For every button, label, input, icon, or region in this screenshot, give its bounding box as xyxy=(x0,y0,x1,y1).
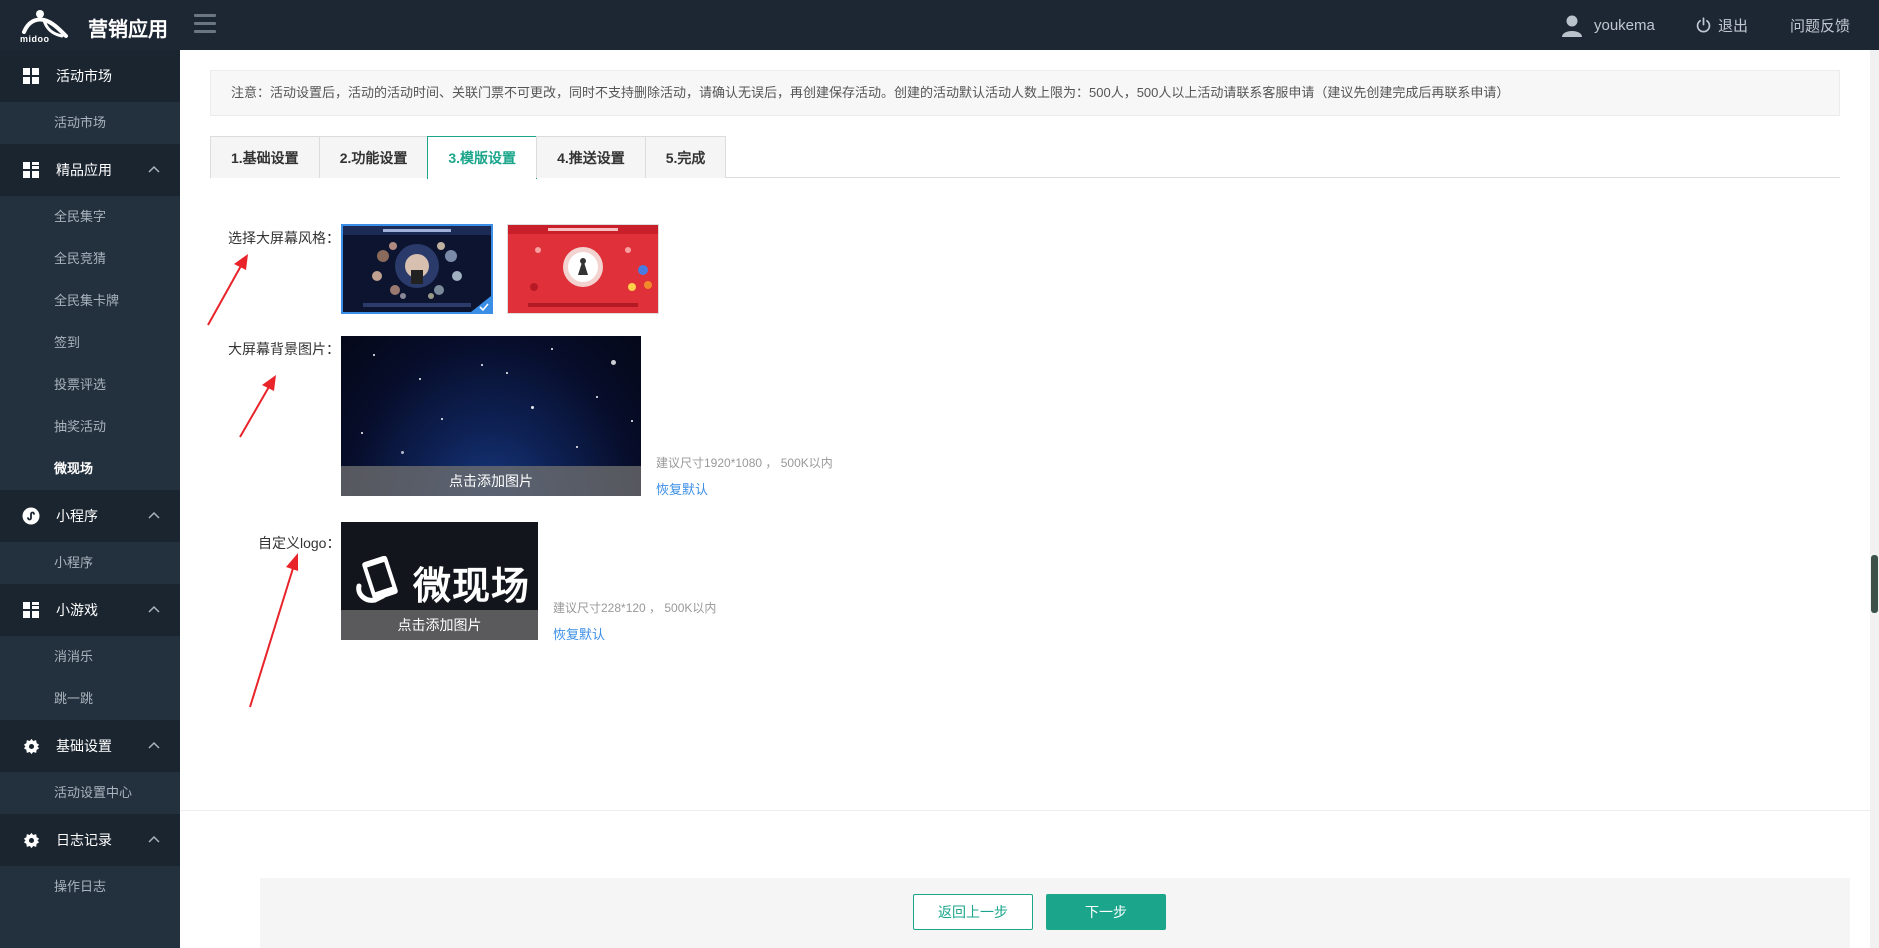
bg-image-upload[interactable]: 点击添加图片 xyxy=(341,336,641,496)
chevron-up-icon xyxy=(148,165,160,173)
sidebar-item-settings-center[interactable]: 活动设置中心 xyxy=(0,772,180,814)
logo-size-hint: 建议尺寸228*120 ， 500K以内 xyxy=(553,601,717,615)
grid-apps-icon xyxy=(22,67,40,85)
bg-restore-default-link[interactable]: 恢复默认 xyxy=(656,479,708,498)
sidebar-item-tiaoyitiao[interactable]: 跳一跳 xyxy=(0,678,180,720)
step-tabs: 1.基础设置 2.功能设置 3.模版设置 4.推送设置 5.完成 xyxy=(210,136,1840,179)
top-bar: midoo 营销应用 youkema 退出 问题反馈 xyxy=(0,0,1879,50)
chevron-up-icon xyxy=(148,741,160,749)
tab-template-settings[interactable]: 3.模版设置 xyxy=(427,136,538,179)
sidebar-item-vote[interactable]: 投票评选 xyxy=(0,364,180,406)
chevron-up-icon xyxy=(148,605,160,613)
sidebar-group-label: 日志记录 xyxy=(56,832,112,848)
miniprogram-icon xyxy=(22,507,40,525)
logo-restore-default-link[interactable]: 恢复默认 xyxy=(553,624,605,643)
logo-text: 微现场 xyxy=(413,564,531,608)
logout-label: 退出 xyxy=(1718,18,1749,35)
sidebar-group-activity-market[interactable]: 活动市场 xyxy=(0,50,180,102)
annotation-arrow-icon xyxy=(239,375,276,438)
sidebar-group-label: 小程序 xyxy=(56,508,98,524)
brand-small-text: midoo xyxy=(20,34,50,44)
logo-upload-label: 点击添加图片 xyxy=(341,610,538,640)
sidebar-group-premium-apps[interactable]: 精品应用 xyxy=(0,144,180,196)
sidebar-group-logs[interactable]: 日志记录 xyxy=(0,814,180,866)
username: youkema xyxy=(1594,16,1655,34)
sidebar-group-label: 精品应用 xyxy=(56,162,112,178)
prev-step-button[interactable]: 返回上一步 xyxy=(913,894,1033,930)
main-content: 注意：活动设置后，活动的活动时间、关联门票不可更改，同时不支持删除活动，请确认无… xyxy=(180,50,1870,948)
tab-complete[interactable]: 5.完成 xyxy=(644,136,727,178)
chevron-up-icon xyxy=(148,835,160,843)
notice-banner: 注意：活动设置后，活动的活动时间、关联门票不可更改，同时不支持删除活动，请确认无… xyxy=(210,70,1840,116)
user-menu[interactable]: youkema xyxy=(1560,13,1655,37)
sidebar-item-lottery[interactable]: 抽奖活动 xyxy=(0,406,180,448)
sidebar-item-activity-market[interactable]: 活动市场 xyxy=(0,102,180,144)
tab-function-settings[interactable]: 2.功能设置 xyxy=(318,136,429,178)
content-divider xyxy=(180,810,1870,811)
grid-apps-icon xyxy=(22,601,40,619)
style-select-label: 选择大屏幕风格： xyxy=(228,230,340,246)
gear-icon xyxy=(22,737,40,755)
app-title: 营销应用 xyxy=(88,19,168,41)
sidebar-item-checkin[interactable]: 签到 xyxy=(0,322,180,364)
sidebar-item-weixianchang[interactable]: 微现场 xyxy=(0,448,180,490)
grid-apps-icon xyxy=(22,161,40,179)
feedback-link[interactable]: 问题反馈 xyxy=(1790,15,1850,36)
sidebar-group-minigame[interactable]: 小游戏 xyxy=(0,584,180,636)
sidebar-item-miniprogram[interactable]: 小程序 xyxy=(0,542,180,584)
bg-upload-label: 点击添加图片 xyxy=(341,466,641,496)
bg-size-hint: 建议尺寸1920*1080 ， 500K以内 xyxy=(656,456,833,470)
footer-actions: 返回上一步 下一步 xyxy=(260,878,1850,948)
menu-toggle-icon[interactable] xyxy=(194,14,216,34)
bg-image-label: 大屏幕背景图片： xyxy=(228,341,340,357)
next-step-button[interactable]: 下一步 xyxy=(1046,894,1166,930)
annotation-arrow-icon xyxy=(207,254,248,326)
sidebar-group-miniprogram[interactable]: 小程序 xyxy=(0,490,180,542)
vertical-scrollbar[interactable] xyxy=(1870,50,1879,948)
phone-hand-icon xyxy=(356,556,398,603)
logout-button[interactable]: 退出 xyxy=(1695,15,1748,36)
red-template-preview xyxy=(508,225,658,313)
style-option-dark[interactable] xyxy=(341,224,493,314)
tab-basic-settings[interactable]: 1.基础设置 xyxy=(210,136,320,178)
sidebar-group-label: 基础设置 xyxy=(56,738,112,754)
sidebar-item-kapai[interactable]: 全民集卡牌 xyxy=(0,280,180,322)
sidebar-item-jingcai[interactable]: 全民竞猜 xyxy=(0,238,180,280)
selected-check-icon xyxy=(471,296,491,312)
sidebar-group-label: 小游戏 xyxy=(56,602,98,618)
logo-upload[interactable]: 微现场 点击添加图片 xyxy=(341,522,538,640)
scrollbar-thumb[interactable] xyxy=(1871,555,1878,613)
sidebar-group-basic-settings[interactable]: 基础设置 xyxy=(0,720,180,772)
sidebar-group-label: 活动市场 xyxy=(56,68,112,84)
dark-template-preview xyxy=(343,226,491,312)
sidebar-item-jizi[interactable]: 全民集字 xyxy=(0,196,180,238)
chevron-up-icon xyxy=(148,511,160,519)
sidebar-item-operation-log[interactable]: 操作日志 xyxy=(0,866,180,908)
style-option-red[interactable] xyxy=(507,224,659,314)
tab-push-settings[interactable]: 4.推送设置 xyxy=(536,136,646,178)
sidebar-item-xiaoxiaole[interactable]: 消消乐 xyxy=(0,636,180,678)
power-icon xyxy=(1696,17,1711,33)
user-avatar-icon xyxy=(1562,15,1582,37)
sidebar: 活动市场 活动市场 精品应用 全民集字 全民竞猜 全民集卡牌 签到 投票评选 抽… xyxy=(0,50,180,948)
annotation-arrow-icon xyxy=(249,553,298,708)
gear-icon xyxy=(22,831,40,849)
